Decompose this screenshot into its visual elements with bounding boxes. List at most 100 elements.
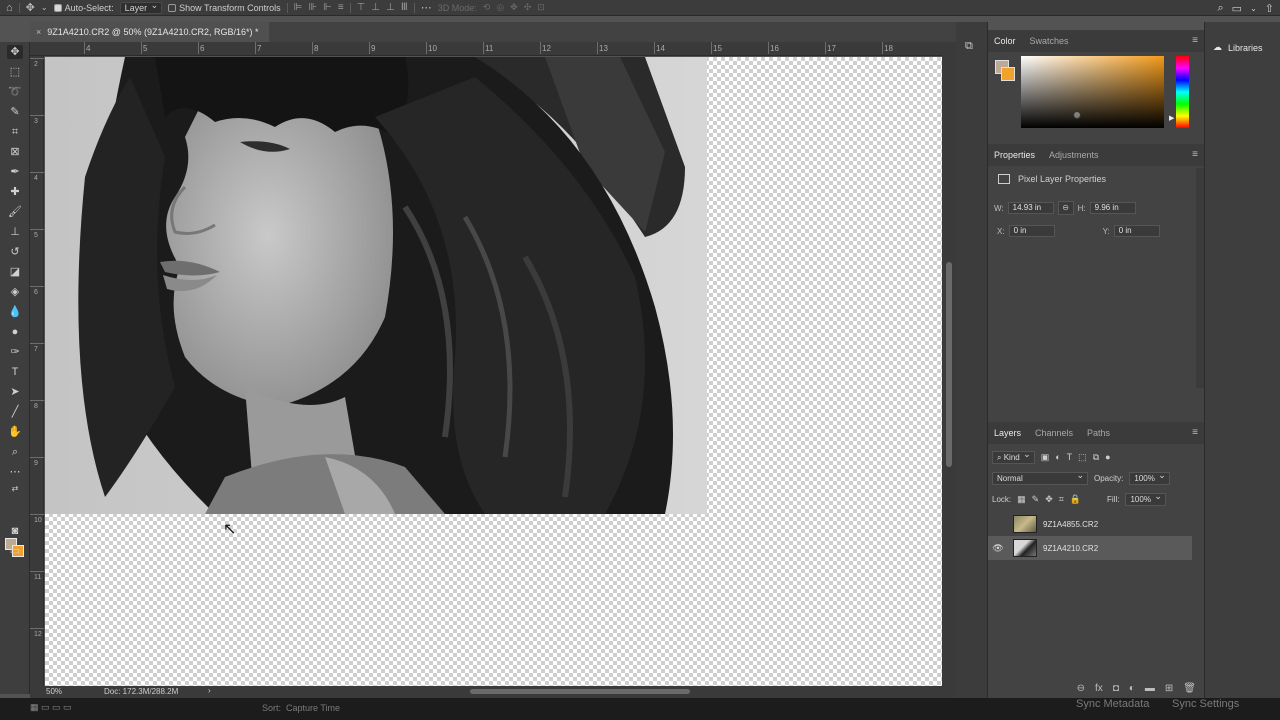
paint-bucket-tool-icon[interactable]: ◈: [7, 285, 23, 299]
quick-mask-icon[interactable]: ◙: [7, 524, 23, 538]
screen-mode-icon[interactable]: ▭: [7, 544, 23, 558]
path-selection-tool-icon[interactable]: ➤: [7, 385, 23, 399]
align-top-icon[interactable]: ⊤: [357, 2, 366, 13]
color-picker-handle[interactable]: [1073, 111, 1081, 119]
new-group-icon[interactable]: ▬: [1145, 683, 1155, 694]
type-tool-icon[interactable]: T: [7, 365, 23, 379]
add-mask-icon[interactable]: ◘: [1113, 683, 1119, 694]
3d-pan-icon[interactable]: ✥: [510, 2, 518, 13]
canvas-vertical-scrollbar[interactable]: [942, 42, 956, 686]
zoom-tool-icon[interactable]: ⌕: [7, 445, 23, 459]
properties-scrollbar[interactable]: [1196, 168, 1204, 388]
filter-adjustment-icon[interactable]: ◐: [1055, 452, 1060, 462]
tab-color[interactable]: Color: [994, 36, 1016, 46]
tab-properties[interactable]: Properties: [994, 150, 1035, 160]
canvas-horizontal-scrollbar[interactable]: [470, 689, 690, 694]
close-tab-icon[interactable]: ×: [36, 27, 41, 37]
panel-menu-icon[interactable]: ≡: [1192, 35, 1198, 46]
line-tool-icon[interactable]: ╱: [7, 405, 23, 419]
history-brush-tool-icon[interactable]: ↺: [7, 245, 23, 259]
lock-artboard-icon[interactable]: ⌗: [1059, 494, 1064, 505]
show-transform-checkbox[interactable]: Show Transform Controls: [168, 3, 281, 13]
3d-roll-icon[interactable]: ◎: [496, 2, 504, 13]
lock-all-icon[interactable]: 🔒: [1070, 494, 1081, 505]
clone-stamp-tool-icon[interactable]: ⊥: [7, 225, 23, 239]
3d-scale-icon[interactable]: ⊡: [537, 2, 545, 13]
history-panel-icon[interactable]: ⧉: [965, 40, 973, 53]
lock-position-icon[interactable]: ✥: [1045, 494, 1053, 505]
sync-metadata-button[interactable]: Sync Metadata: [1076, 698, 1149, 710]
reset-colors-icon[interactable]: ⇄: [7, 482, 23, 496]
sync-settings-button[interactable]: Sync Settings: [1172, 698, 1239, 710]
visibility-off-icon[interactable]: [988, 519, 1008, 529]
search-icon[interactable]: ⌕: [1218, 2, 1224, 15]
background-color-swatch[interactable]: [1001, 67, 1015, 81]
align-middle-icon[interactable]: ⊥: [371, 2, 380, 13]
filter-pixel-icon[interactable]: ▣: [1041, 452, 1050, 463]
new-layer-icon[interactable]: ⊞: [1165, 683, 1173, 694]
filter-shape-icon[interactable]: ⬚: [1078, 452, 1087, 463]
link-icon[interactable]: ⊖: [1057, 201, 1074, 215]
lock-pixels-icon[interactable]: ✎: [1032, 494, 1040, 505]
blend-mode-dropdown[interactable]: Normal: [992, 470, 1088, 485]
chevron-down-icon[interactable]: ⌄: [1250, 4, 1257, 13]
hand-tool-icon[interactable]: ✋: [7, 425, 23, 439]
layer-filter-dropdown[interactable]: ⌕ Kind: [992, 449, 1035, 464]
share-icon[interactable]: ⇧: [1265, 2, 1274, 15]
align-bottom-icon[interactable]: ⊥: [386, 2, 395, 13]
blur-tool-icon[interactable]: 💧: [7, 305, 23, 319]
workspace-icon[interactable]: ▭: [1232, 2, 1242, 15]
lock-transparency-icon[interactable]: ▦: [1017, 494, 1026, 505]
auto-select-checkbox[interactable]: Auto-Select:: [53, 3, 114, 13]
x-field[interactable]: 0 in: [1008, 225, 1055, 237]
frame-tool-icon[interactable]: ⊠: [7, 145, 23, 159]
layer-row[interactable]: 9Z1A4855.CR2: [988, 512, 1192, 536]
libraries-tab[interactable]: ☁ Libraries: [1213, 42, 1263, 53]
sort-value[interactable]: Capture Time: [286, 703, 340, 713]
width-field[interactable]: 14.93 in: [1007, 202, 1054, 214]
align-center-icon[interactable]: ⊪: [308, 2, 317, 13]
height-field[interactable]: 9.96 in: [1089, 202, 1136, 214]
tab-layers[interactable]: Layers: [994, 428, 1021, 438]
tab-channels[interactable]: Channels: [1035, 428, 1073, 438]
filter-type-icon[interactable]: T: [1067, 452, 1073, 462]
auto-select-target-dropdown[interactable]: Layer: [119, 0, 163, 14]
document-tab[interactable]: × 9Z1A4210.CR2 @ 50% (9Z1A4210.CR2, RGB/…: [30, 22, 269, 42]
quick-select-tool-icon[interactable]: ✎: [7, 105, 23, 119]
hue-slider[interactable]: [1176, 56, 1189, 128]
pen-tool-icon[interactable]: ✑: [7, 345, 23, 359]
lasso-tool-icon[interactable]: ➰: [7, 85, 23, 99]
panel-menu-icon[interactable]: ≡: [1192, 149, 1198, 160]
eyedropper-tool-icon[interactable]: ✒: [7, 165, 23, 179]
fx-icon[interactable]: fx: [1095, 683, 1103, 694]
healing-brush-tool-icon[interactable]: ✚: [7, 185, 23, 199]
more-tools-icon[interactable]: ⋯: [7, 465, 23, 479]
3d-orbit-icon[interactable]: ⟲: [483, 2, 491, 13]
marquee-tool-icon[interactable]: ⬚: [7, 65, 23, 79]
panel-menu-icon[interactable]: ≡: [1192, 427, 1198, 438]
trash-icon[interactable]: 🗑: [1183, 683, 1196, 694]
home-icon[interactable]: ⌂: [6, 0, 13, 16]
fill-field[interactable]: 100%: [1125, 491, 1166, 506]
document-canvas[interactable]: ↖: [45, 57, 942, 686]
move-tool-icon[interactable]: ✥: [7, 45, 23, 59]
scrollbar-thumb[interactable]: [946, 262, 952, 467]
zoom-level[interactable]: 50%: [46, 687, 62, 696]
brush-tool-icon[interactable]: 🖌: [7, 205, 23, 219]
tab-paths[interactable]: Paths: [1087, 428, 1110, 438]
y-field[interactable]: 0 in: [1113, 225, 1160, 237]
color-field[interactable]: [1021, 56, 1164, 128]
tab-swatches[interactable]: Swatches: [1030, 36, 1069, 46]
layer-row[interactable]: 👁 9Z1A4210.CR2: [988, 536, 1192, 560]
distribute-vertical-icon[interactable]: Ⅲ: [401, 2, 408, 13]
eye-icon[interactable]: 👁: [988, 543, 1008, 554]
eraser-tool-icon[interactable]: ◪: [7, 265, 23, 279]
distribute-icon[interactable]: ≡: [338, 2, 344, 13]
move-tool-icon[interactable]: ✥: [26, 0, 35, 16]
align-right-icon[interactable]: ⊩: [323, 2, 332, 13]
more-options-icon[interactable]: ⋯: [421, 0, 432, 16]
crop-tool-icon[interactable]: ⌗: [7, 125, 23, 139]
link-layers-icon[interactable]: ⊖: [1077, 683, 1085, 694]
status-menu-arrow-icon[interactable]: ›: [208, 686, 211, 695]
align-left-icon[interactable]: ⊫: [294, 2, 303, 13]
